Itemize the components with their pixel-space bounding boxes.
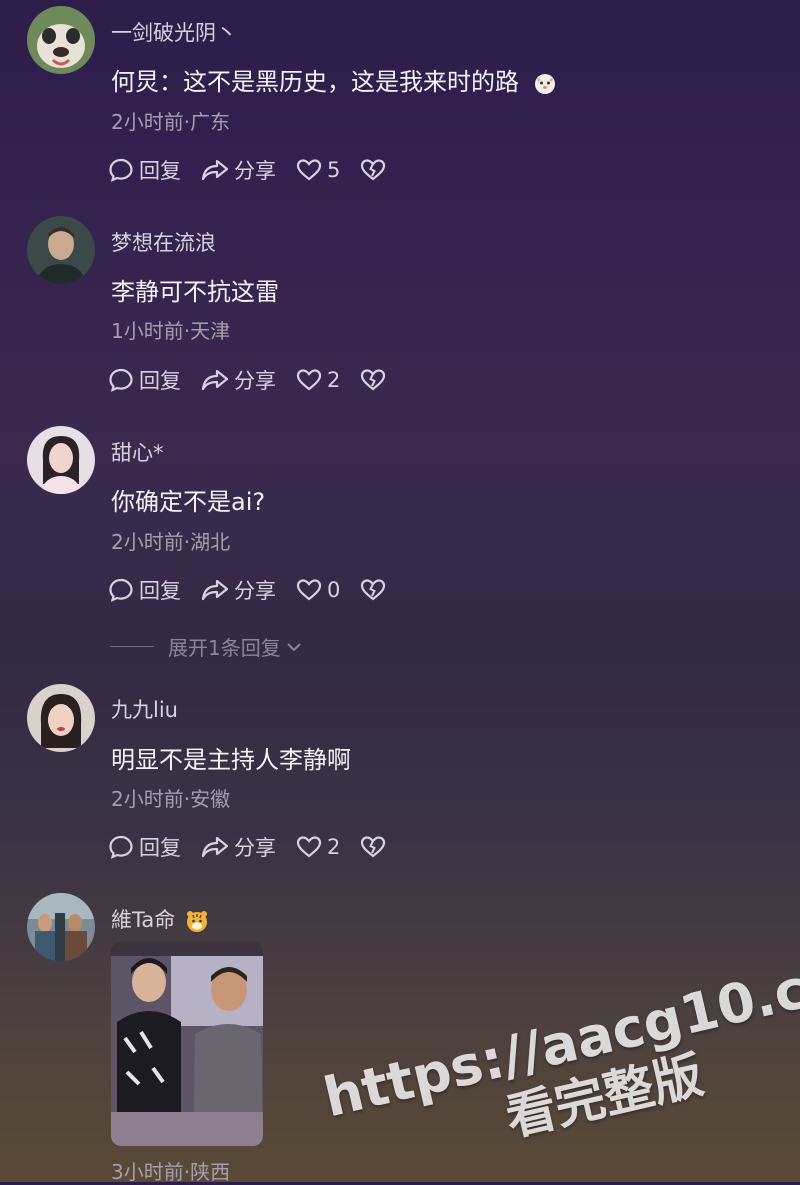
dislike-button[interactable]	[360, 835, 391, 859]
reply-label: 回复	[139, 579, 181, 603]
woman-avatar-icon	[27, 426, 95, 494]
tiger-face-emoji-icon	[185, 909, 209, 933]
like-button[interactable]: 2	[296, 835, 340, 859]
like-button[interactable]: 0	[296, 578, 340, 602]
heart-icon	[296, 159, 322, 181]
like-count: 2	[327, 368, 341, 392]
share-button[interactable]: 分享	[201, 832, 276, 862]
share-icon	[201, 159, 229, 181]
broken-heart-icon	[361, 836, 386, 858]
heart-icon	[296, 836, 322, 858]
username[interactable]: 甜心*	[111, 437, 164, 467]
share-icon	[201, 836, 229, 858]
reply-button[interactable]: 回复	[108, 155, 181, 185]
username[interactable]: 一剑破光阴丶	[111, 17, 237, 47]
video-thumbnail[interactable]	[111, 942, 263, 1146]
avatar[interactable]	[27, 893, 95, 961]
expand-replies-label: 展开1条回复	[168, 636, 281, 660]
reply-label: 回复	[139, 369, 181, 393]
dog-avatar-icon	[27, 6, 95, 74]
heart-icon	[296, 369, 322, 391]
share-label: 分享	[234, 159, 276, 183]
avatar[interactable]	[27, 426, 95, 494]
comment-text: 你确定不是ai?	[111, 488, 266, 516]
expand-replies-button[interactable]: 展开1条回复	[110, 632, 303, 661]
broken-heart-icon	[361, 369, 386, 391]
share-button[interactable]: 分享	[201, 155, 276, 185]
reply-label: 回复	[139, 159, 181, 183]
woman-avatar-icon	[27, 684, 95, 752]
like-count: 2	[327, 835, 341, 859]
share-button[interactable]: 分享	[201, 365, 276, 395]
chevron-down-icon	[287, 642, 301, 651]
like-count: 5	[327, 158, 341, 182]
reply-icon	[109, 835, 133, 859]
dislike-button[interactable]	[360, 158, 391, 182]
avatar[interactable]	[27, 216, 95, 284]
reply-button[interactable]: 回复	[108, 832, 181, 862]
divider	[110, 646, 154, 647]
share-label: 分享	[234, 836, 276, 860]
avatar[interactable]	[27, 684, 95, 752]
comment-text: 何炅：这不是黑历史，这是我来时的路	[111, 62, 557, 97]
broken-heart-icon	[361, 579, 386, 601]
comment-meta: 3小时前·陕西	[111, 1160, 231, 1184]
comment-text: 明显不是主持人李静啊	[111, 746, 351, 774]
man-avatar-icon	[27, 216, 95, 284]
comment-actions: 回复 分享 0	[108, 575, 411, 605]
username[interactable]: 維Ta命	[111, 904, 209, 934]
avatar[interactable]	[27, 6, 95, 74]
dislike-button[interactable]	[360, 368, 391, 392]
cat-face-emoji-icon	[533, 71, 557, 95]
comment-meta: 2小时前·广东	[111, 110, 231, 134]
comment-meta: 2小时前·安徽	[111, 787, 231, 811]
dislike-button[interactable]	[360, 578, 391, 602]
share-button[interactable]: 分享	[201, 575, 276, 605]
comment-text-content: 何炅：这不是黑历史，这是我来时的路	[111, 68, 519, 96]
share-icon	[201, 579, 229, 601]
reply-icon	[109, 578, 133, 602]
username[interactable]: 九九liu	[111, 694, 178, 724]
reply-label: 回复	[139, 836, 181, 860]
comment-actions: 回复 分享 2	[108, 365, 411, 395]
video-thumbnail-image	[111, 942, 263, 1146]
broken-heart-icon	[361, 159, 386, 181]
like-count: 0	[327, 578, 341, 602]
comment-actions: 回复 分享 5	[108, 155, 411, 185]
username[interactable]: 梦想在流浪	[111, 227, 216, 257]
reply-icon	[109, 368, 133, 392]
comment-actions: 回复 分享 2	[108, 832, 411, 862]
share-label: 分享	[234, 369, 276, 393]
heart-icon	[296, 579, 322, 601]
group-photo-avatar-icon	[27, 893, 95, 961]
reply-icon	[109, 158, 133, 182]
username-text: 維Ta命	[111, 908, 176, 932]
comment-meta: 2小时前·湖北	[111, 530, 231, 554]
like-button[interactable]: 5	[296, 158, 340, 182]
reply-button[interactable]: 回复	[108, 575, 181, 605]
like-button[interactable]: 2	[296, 368, 340, 392]
comment-meta: 1小时前·天津	[111, 319, 231, 343]
share-icon	[201, 369, 229, 391]
reply-button[interactable]: 回复	[108, 365, 181, 395]
comment-text: 李静可不抗这雷	[111, 278, 279, 306]
share-label: 分享	[234, 579, 276, 603]
